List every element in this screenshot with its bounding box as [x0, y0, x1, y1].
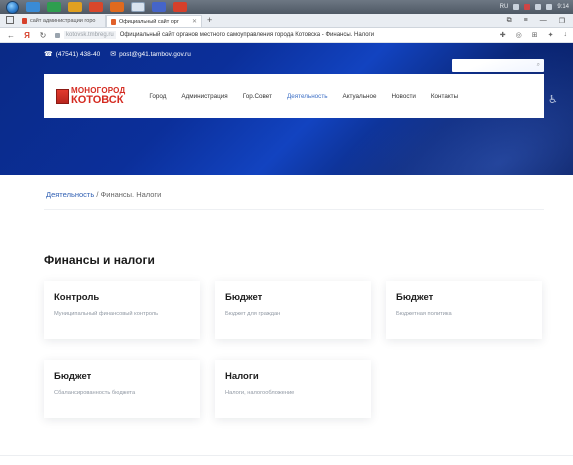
menu-item-city[interactable]: Город	[149, 93, 166, 100]
mail-icon: ✉	[110, 51, 117, 58]
protect-icon[interactable]: ✦	[548, 31, 554, 39]
category-card-control[interactable]: Контроль Муниципальный финансовый контро…	[44, 281, 200, 339]
browser-menu-icon[interactable]: ≡	[524, 17, 528, 25]
phone-contact[interactable]: ☎ (47541) 438-40	[44, 50, 101, 59]
close-tab-icon[interactable]: ✕	[192, 18, 197, 25]
browser-tab-active[interactable]: Официальный сайт орг ✕	[106, 15, 202, 27]
breadcrumb-link[interactable]: Деятельность	[46, 190, 94, 199]
taskbar-app-icon[interactable]	[26, 2, 40, 12]
menu-item-contacts[interactable]: Контакты	[431, 93, 458, 100]
bookmark-icon[interactable]: ✚	[500, 31, 506, 39]
address-bar: ← Я ↻ kotovsk.tmbreg.ru Официальный сайт…	[0, 28, 573, 43]
taskbar-app-icon[interactable]	[89, 2, 103, 12]
browser-tabstrip: сайт администрации горо Официальный сайт…	[0, 14, 573, 28]
new-tab-button[interactable]: +	[207, 15, 212, 25]
city-emblem-icon	[56, 88, 69, 104]
taskbar-app-icon[interactable]	[68, 2, 82, 12]
email-contact[interactable]: ✉ post@g41.tambov.gov.ru	[110, 50, 191, 59]
category-card-budget-citizens[interactable]: Бюджет Бюджет для граждан	[215, 281, 371, 339]
menu-item-actual[interactable]: Актуальное	[343, 93, 377, 100]
card-subtitle: Муниципальный финансовый контроль	[54, 311, 159, 317]
restore-icon[interactable]: ❐	[559, 17, 565, 25]
page-title: Финансы и налоги	[44, 253, 155, 267]
accessibility-icon[interactable]: ♿	[548, 93, 558, 106]
tabs-menu-icon[interactable]: ⧉	[507, 17, 512, 25]
extension-icon[interactable]: ⊞	[532, 31, 538, 39]
menu-item-administration[interactable]: Администрация	[181, 93, 227, 100]
site-header: ☎ (47541) 438-40 ✉ post@g41.tambov.gov.r…	[0, 43, 573, 175]
card-title: Налоги	[225, 371, 259, 382]
url-page-title[interactable]: Официальный сайт органов местного самоуп…	[120, 32, 374, 38]
card-title: Бюджет	[225, 292, 263, 303]
back-icon[interactable]: ←	[6, 31, 16, 40]
reload-icon[interactable]: ↻	[38, 31, 48, 40]
taskbar-app-icon[interactable]	[152, 2, 166, 12]
address-bar-actions: ✚ ◎ ⊞ ✦ ↓	[500, 31, 573, 39]
divider	[0, 455, 573, 456]
divider	[44, 209, 544, 210]
breadcrumb: Деятельность / Финансы. Налоги	[46, 190, 161, 199]
card-subtitle: Сбалансированность бюджета	[54, 390, 136, 396]
breadcrumb-current: Финансы. Налоги	[100, 190, 162, 199]
yandex-icon[interactable]: Я	[22, 31, 32, 40]
volume-icon[interactable]	[546, 4, 553, 10]
main-navigation: МОНОГОРОД КОТОВСК Город Администрация Го…	[44, 74, 544, 118]
card-subtitle: Бюджет для граждан	[225, 311, 281, 317]
download-icon[interactable]: ↓	[564, 31, 568, 39]
system-tray: RU 9:14	[500, 4, 573, 10]
url-domain[interactable]: kotovsk.tmbreg.ru	[64, 31, 116, 39]
contact-bar: ☎ (47541) 438-40 ✉ post@g41.tambov.gov.r…	[44, 50, 191, 59]
window-controls: ⧉ ≡ — ❐	[507, 17, 573, 25]
card-title: Бюджет	[54, 371, 92, 382]
tray-arrow-icon[interactable]	[513, 4, 520, 10]
taskbar-app-icon[interactable]	[110, 2, 124, 12]
taskbar-app-icon[interactable]	[47, 2, 61, 12]
network-icon[interactable]	[535, 4, 542, 10]
tab-favicon-icon	[111, 18, 116, 25]
phone-number: (47541) 438-40	[55, 50, 101, 58]
site-search-input[interactable]: ⌕	[452, 59, 544, 72]
tray-flag-icon[interactable]	[524, 4, 531, 10]
card-title: Контроль	[54, 292, 100, 303]
lock-icon[interactable]	[55, 32, 60, 38]
card-subtitle: Налоги, налогообложение	[225, 390, 295, 396]
tab-overview-icon[interactable]	[6, 16, 14, 24]
card-title: Бюджет	[396, 292, 434, 303]
minimize-icon[interactable]: —	[540, 17, 547, 25]
language-indicator[interactable]: RU	[500, 4, 509, 10]
category-card-budget-policy[interactable]: Бюджет Бюджетная политика	[386, 281, 542, 339]
menu: Город Администрация Гор.Совет Деятельнос…	[149, 93, 458, 100]
category-card-budget-balance[interactable]: Бюджет Сбалансированность бюджета	[44, 360, 200, 418]
start-button[interactable]	[6, 0, 19, 14]
menu-item-news[interactable]: Новости	[392, 93, 416, 100]
taskbar-browser-icon[interactable]	[131, 2, 145, 12]
card-subtitle: Бюджетная политика	[396, 311, 452, 317]
menu-item-activity[interactable]: Деятельность	[287, 93, 328, 100]
browser-tab[interactable]: сайт администрации горо	[18, 15, 106, 27]
tab-favicon-icon	[22, 18, 27, 24]
clock[interactable]: 9:14	[557, 4, 569, 10]
tab-label: Официальный сайт орг	[119, 18, 179, 25]
logo-line2: КОТОВСК	[71, 93, 124, 106]
site-logo[interactable]: МОНОГОРОД КОТОВСК	[56, 86, 125, 106]
category-card-taxes[interactable]: Налоги Налоги, налогообложение	[215, 360, 371, 418]
reader-icon[interactable]: ◎	[516, 31, 522, 39]
os-taskbar: RU 9:14	[0, 0, 573, 14]
menu-item-council[interactable]: Гор.Совет	[243, 93, 272, 100]
phone-icon: ☎	[44, 51, 53, 58]
search-icon[interactable]: ⌕	[537, 62, 540, 69]
tab-label: сайт администрации горо	[30, 18, 96, 24]
email-address: post@g41.tambov.gov.ru	[119, 50, 191, 58]
taskbar-app-icon[interactable]	[173, 2, 187, 12]
